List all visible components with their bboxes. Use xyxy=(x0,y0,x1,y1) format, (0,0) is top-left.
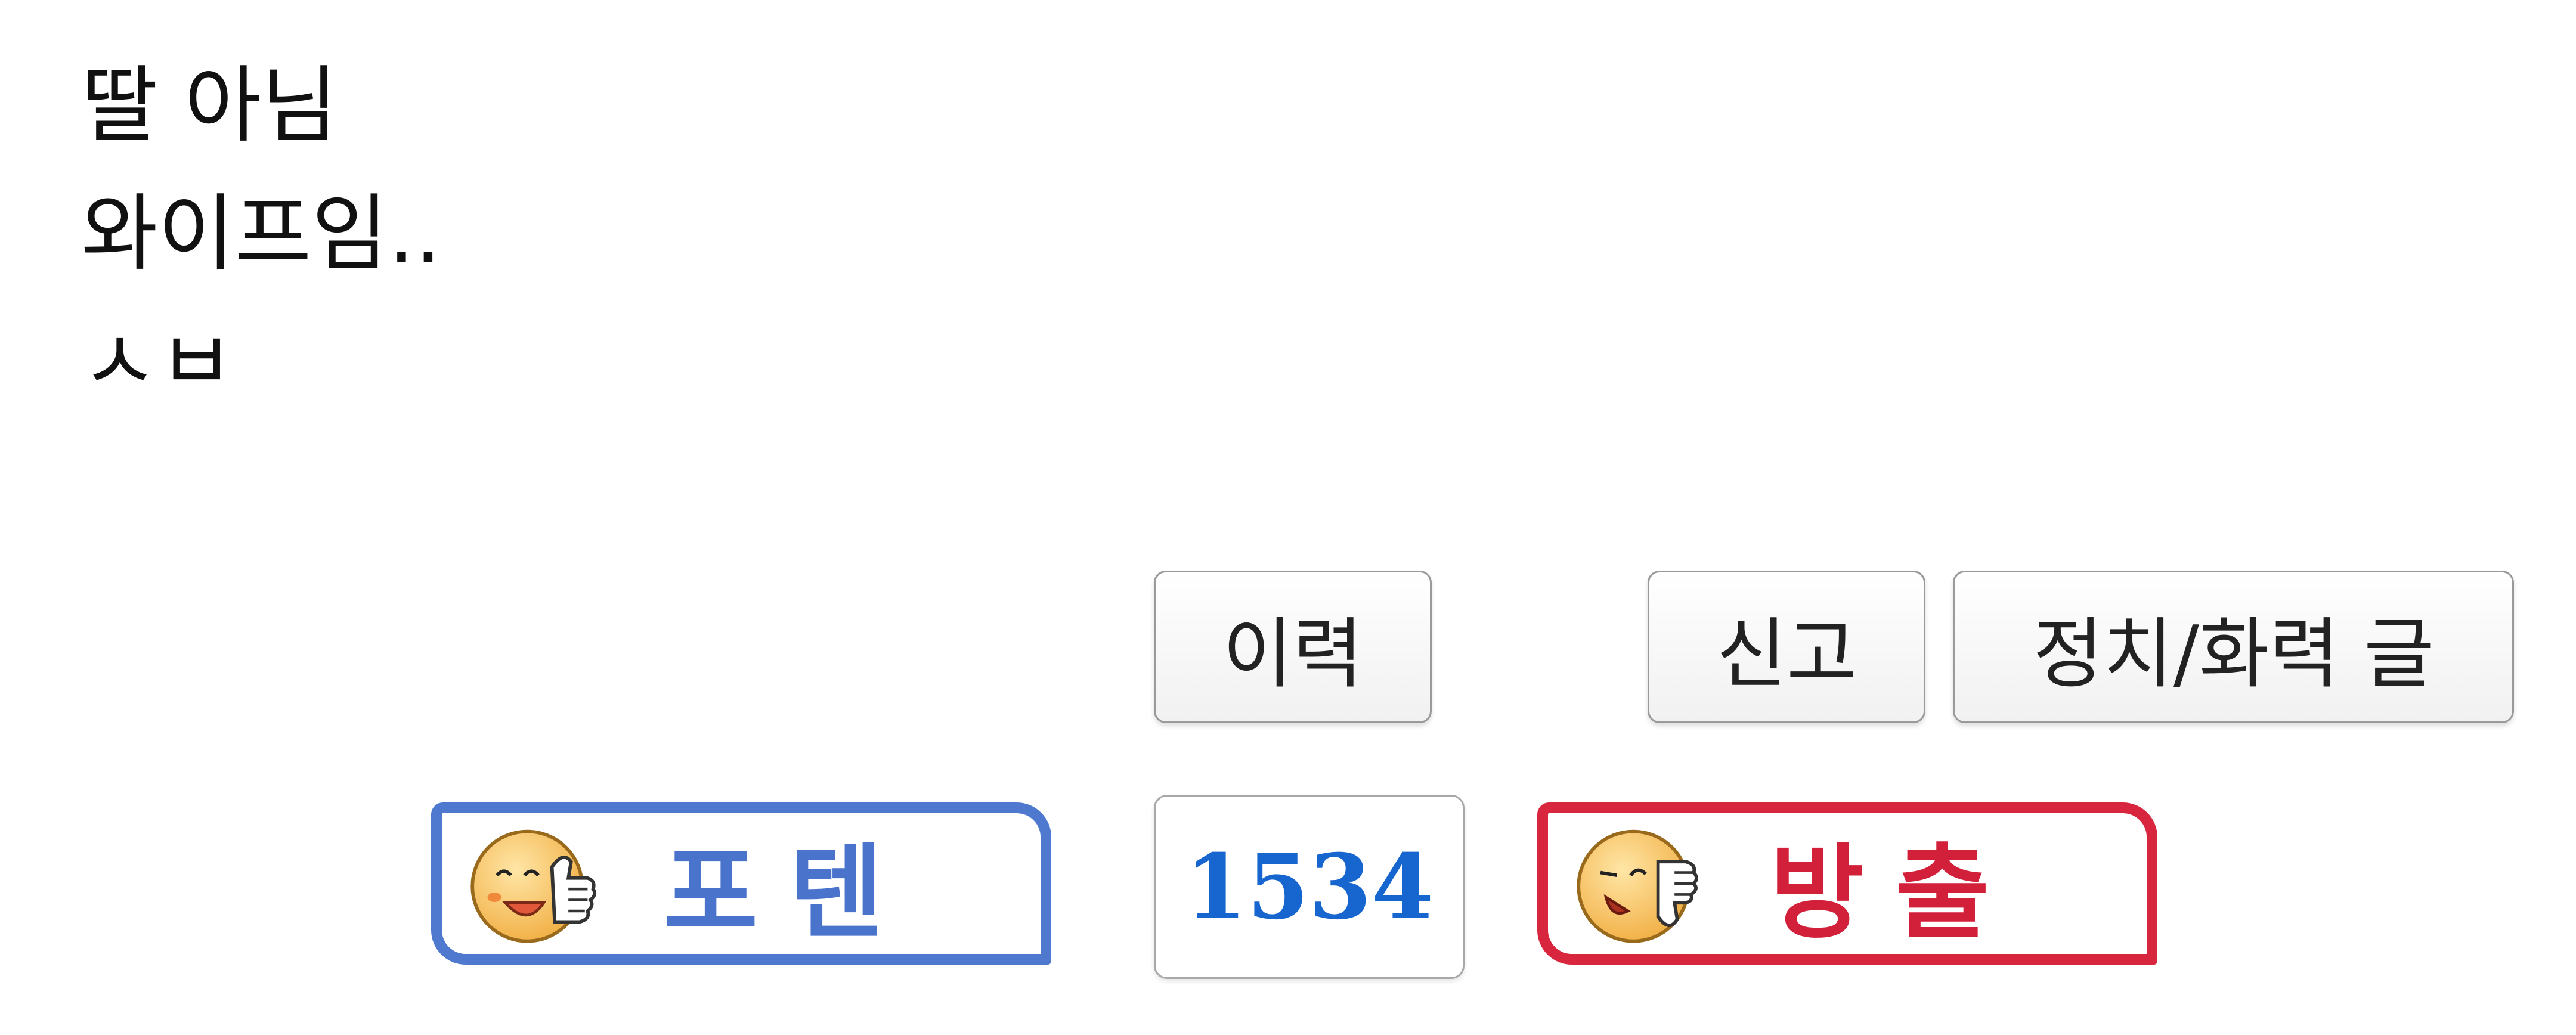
smiley-thumbs-down-icon xyxy=(1577,829,1698,943)
post-body: 딸 아님 와이프임.. ㅅㅂ xyxy=(81,42,916,426)
report-button[interactable]: 신고 xyxy=(1648,571,1925,723)
smiley-thumbs-up-icon xyxy=(470,829,597,943)
post-line: 와이프임.. xyxy=(81,185,442,283)
politics-report-button[interactable]: 정치/화력 글 xyxy=(1953,571,2514,723)
post-line: ㅅㅂ xyxy=(81,314,235,411)
upvote-button[interactable]: 포텐 xyxy=(431,802,1051,965)
vote-count: 1534 xyxy=(1154,795,1465,979)
history-button[interactable]: 이력 xyxy=(1154,571,1432,723)
downvote-label: 방출 xyxy=(1770,833,2021,953)
downvote-button[interactable]: 방출 xyxy=(1537,802,2157,965)
post-line: 딸 아님 xyxy=(81,57,338,154)
upvote-label: 포텐 xyxy=(664,833,915,953)
